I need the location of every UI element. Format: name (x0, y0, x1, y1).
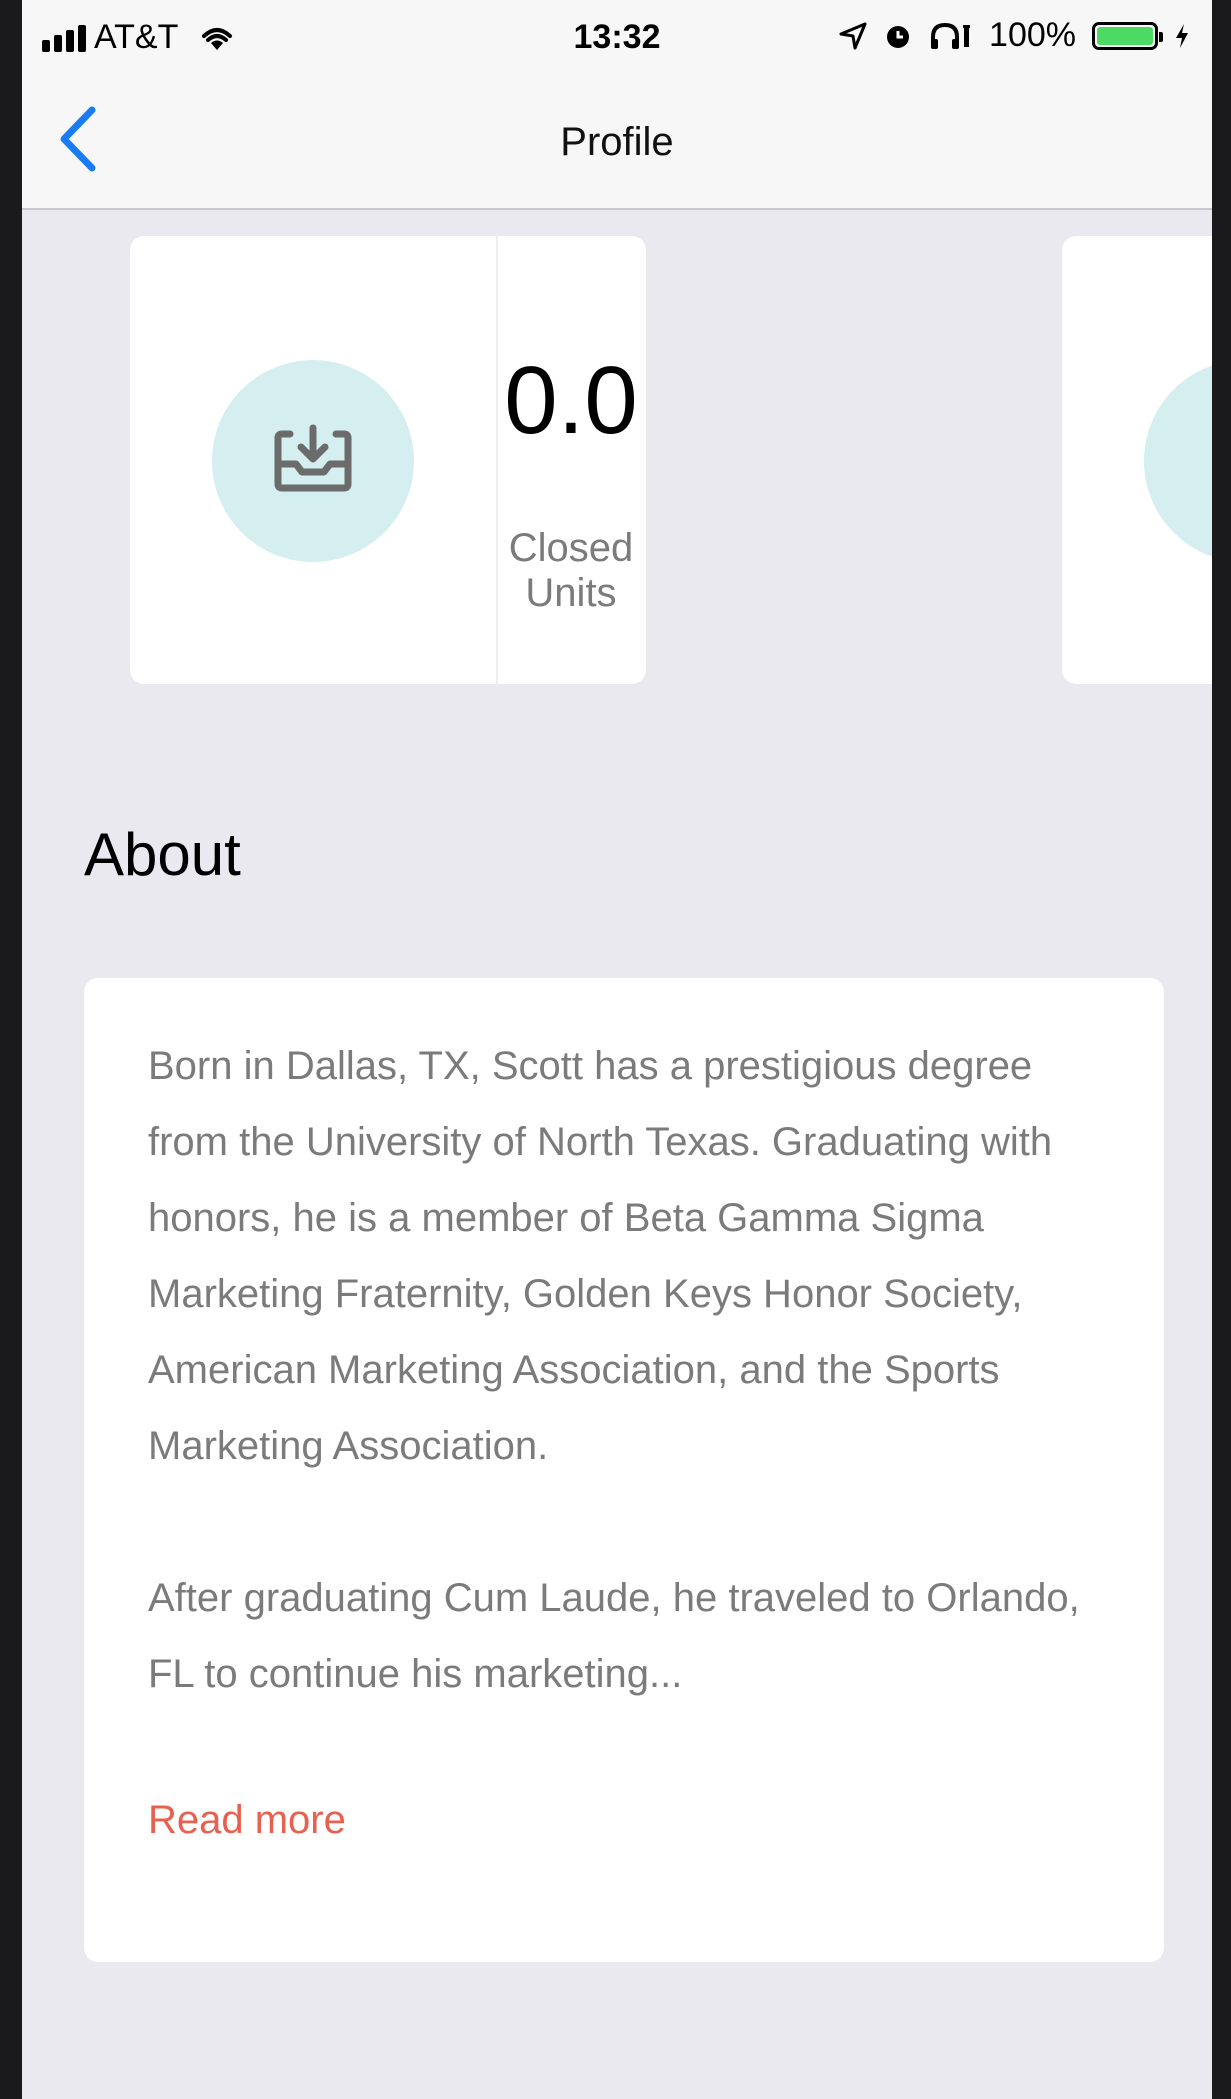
stat-card-closed-units: 0.0 Closed Units (130, 236, 646, 684)
read-more-link[interactable]: Read more (148, 1798, 346, 1843)
headphones-icon (931, 22, 971, 49)
battery-icon (1092, 21, 1163, 50)
navigation-bar: Profile (22, 70, 1212, 210)
battery-level-fill (1097, 26, 1153, 45)
status-bar: AT&T 13:32 100% (22, 0, 1212, 70)
stat-icon-circle (212, 360, 414, 562)
stat-divider (496, 236, 498, 684)
stat-value: 0.0 (504, 347, 638, 454)
stat-label: Closed Units (508, 526, 634, 615)
page-title: Profile (560, 120, 674, 164)
alarm-icon (887, 25, 910, 48)
stat-card-next[interactable] (1062, 236, 1212, 684)
charging-bolt-icon (1176, 23, 1188, 48)
status-right: 100% (839, 16, 1190, 55)
about-heading: About (84, 821, 241, 888)
about-card: Born in Dallas, TX, Scott has a prestigi… (84, 978, 1164, 1962)
inbox-download-icon (274, 424, 352, 492)
about-paragraph: After graduating Cum Laude, he traveled … (148, 1576, 1080, 1696)
device-frame: AT&T 13:32 100% Profile 0.0 Closed Units… (0, 0, 1231, 2099)
about-paragraph: Born in Dallas, TX, Scott has a prestigi… (148, 1044, 1053, 1468)
app-screen: AT&T 13:32 100% Profile 0.0 Closed Units… (22, 0, 1212, 2099)
location-arrow-icon (839, 22, 867, 49)
stat-icon-circle (1144, 360, 1212, 562)
about-text: Born in Dallas, TX, Scott has a prestigi… (148, 1028, 1108, 1788)
battery-percent: 100% (989, 16, 1076, 54)
